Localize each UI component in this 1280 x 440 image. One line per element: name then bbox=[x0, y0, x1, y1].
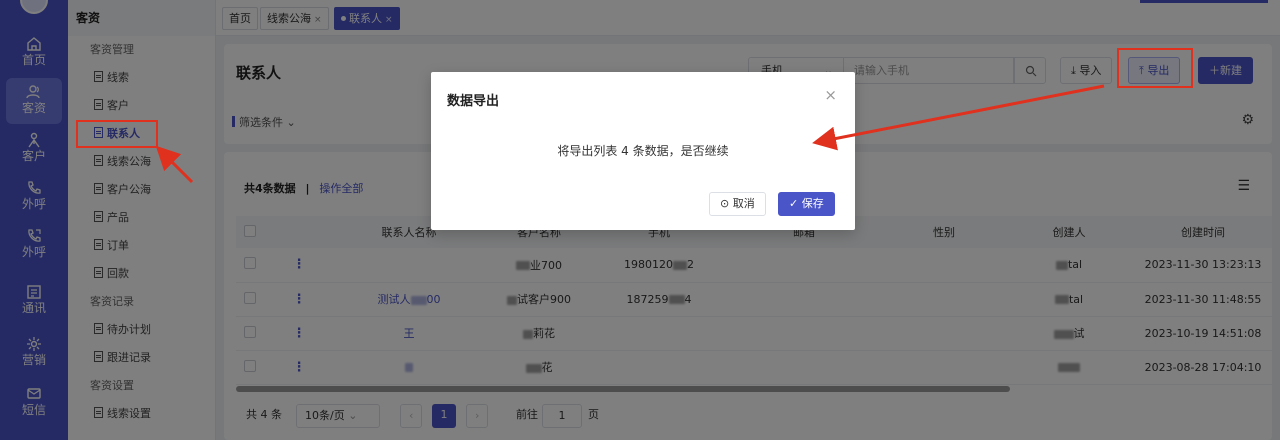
arrow-to-contacts bbox=[155, 145, 194, 184]
arrow-to-dialog bbox=[812, 84, 1105, 151]
annotation-arrows bbox=[155, 84, 1105, 184]
